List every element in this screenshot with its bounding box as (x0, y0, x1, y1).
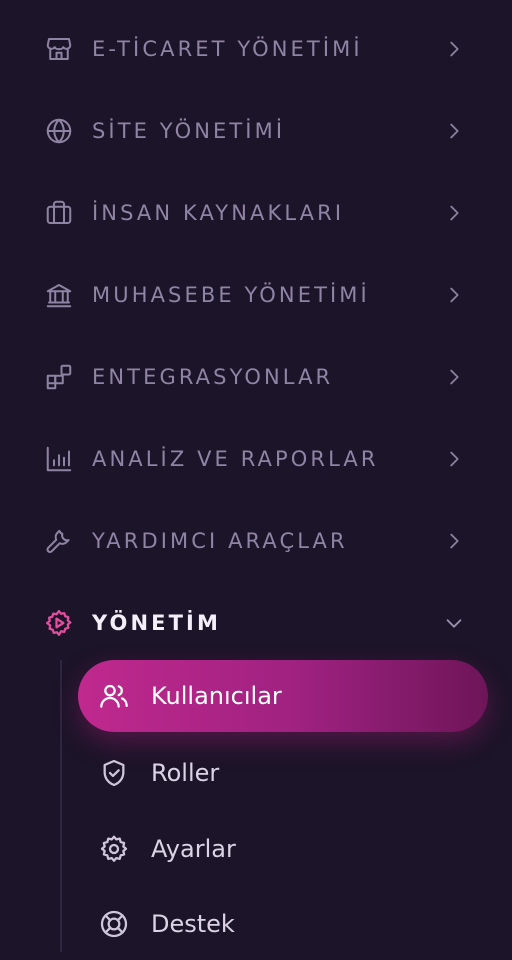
nav-item-insan-kaynaklari[interactable]: İNSAN KAYNAKLARI (0, 181, 512, 245)
settings-play-icon (44, 608, 74, 638)
submenu-guide-line (60, 660, 62, 952)
submenu-item-ayarlar[interactable]: Ayarlar (78, 813, 488, 885)
chevron-right-icon (443, 366, 465, 388)
store-icon (44, 34, 74, 64)
nav-item-analiz-raporlar[interactable]: ANALİZ VE RAPORLAR (0, 427, 512, 491)
chevron-right-icon (443, 120, 465, 142)
nav-label: İNSAN KAYNAKLARI (92, 201, 345, 225)
nav-item-eticaret[interactable]: E-TİCARET YÖNETİMİ (0, 17, 512, 81)
integrations-icon (44, 362, 74, 392)
nav-item-site[interactable]: SİTE YÖNETİMİ (0, 99, 512, 163)
gear-icon (98, 833, 130, 865)
nav-item-muhasebe[interactable]: MUHASEBE YÖNETİMİ (0, 263, 512, 327)
sidebar: E-TİCARET YÖNETİMİ SİTE YÖNETİMİ İNSAN K… (0, 0, 512, 952)
chevron-down-icon (443, 612, 465, 634)
bar-chart-icon (44, 444, 74, 474)
submenu-item-roller[interactable]: Roller (78, 737, 488, 809)
nav-item-yardimci-araclar[interactable]: YARDIMCI ARAÇLAR (0, 509, 512, 573)
chevron-right-icon (443, 38, 465, 60)
bank-icon (44, 280, 74, 310)
nav-label: E-TİCARET YÖNETİMİ (92, 37, 363, 61)
nav-label: YARDIMCI ARAÇLAR (92, 529, 348, 553)
submenu-label: Ayarlar (151, 835, 236, 863)
nav-label: ANALİZ VE RAPORLAR (92, 447, 379, 471)
nav-label: ENTEGRASYONLAR (92, 365, 334, 389)
submenu-label: Roller (151, 759, 220, 787)
chevron-right-icon (443, 202, 465, 224)
lifebuoy-icon (98, 908, 130, 940)
users-icon (98, 680, 130, 712)
submenu-item-kullanicilar[interactable]: Kullanıcılar (78, 660, 488, 732)
chevron-right-icon (443, 284, 465, 306)
nav-label: SİTE YÖNETİMİ (92, 119, 286, 143)
wrench-icon (44, 526, 74, 556)
globe-icon (44, 116, 74, 146)
submenu-item-destek[interactable]: Destek (78, 888, 488, 960)
submenu-label: Destek (151, 910, 235, 938)
briefcase-icon (44, 198, 74, 228)
nav-item-yonetim[interactable]: YÖNETİM (0, 591, 512, 655)
nav-item-entegrasyonlar[interactable]: ENTEGRASYONLAR (0, 345, 512, 409)
chevron-right-icon (443, 448, 465, 470)
nav-label: MUHASEBE YÖNETİMİ (92, 283, 370, 307)
chevron-right-icon (443, 530, 465, 552)
submenu-label: Kullanıcılar (151, 682, 282, 710)
nav-label: YÖNETİM (92, 611, 221, 635)
shield-check-icon (98, 757, 130, 789)
